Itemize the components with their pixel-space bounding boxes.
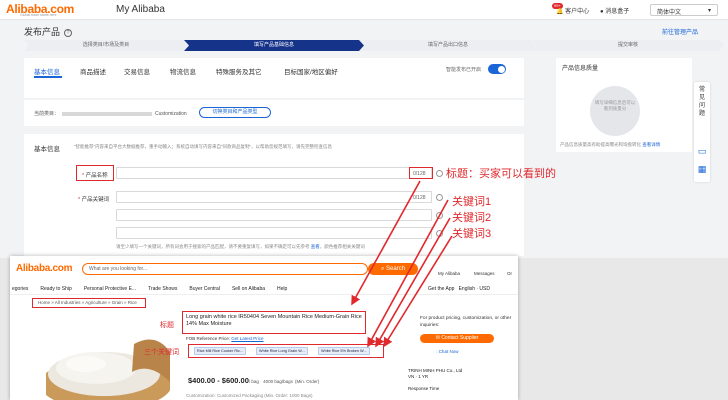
quality-note: 产品信息质量高有助提高曝光和询盘转化 查看详情	[560, 142, 661, 147]
smart-fill-label: 智能发布已开启	[446, 67, 482, 73]
chevron-down-icon: ▾	[707, 8, 711, 14]
tab-description[interactable]: 商品描述	[80, 66, 106, 76]
annotation-box-product-title	[182, 311, 366, 334]
quality-score-placeholder: 填写详细信息后可以看到质量分	[594, 100, 636, 111]
annotation-box-product-name-label	[76, 165, 114, 181]
preview-search-button: ⌕ Search	[368, 263, 418, 275]
active-tab-indicator	[34, 76, 62, 78]
customer-center-link[interactable]: 🔔 客户中心	[556, 6, 589, 15]
annotation-title-note: 标题：买家可以看到的	[446, 168, 556, 180]
preview-nav-right: Get the App English · USD	[428, 286, 490, 292]
switch-category-button[interactable]: 切换类目和产品类型	[199, 107, 271, 118]
preview-search-input: What are you looking for...	[82, 263, 368, 275]
keyword-1-counter: 0/128	[413, 195, 426, 201]
preview-latest-price-link: Get Latest Price	[231, 336, 264, 341]
preview-fob-price: FOB Reference Price: Get Latest Price	[186, 336, 264, 341]
message-box-link[interactable]: ● 消息盒子	[600, 6, 629, 15]
product-name-input[interactable]	[116, 167, 432, 179]
preview-my-alibaba: My Alibaba	[438, 271, 461, 276]
manage-products-link[interactable]: 前往管理产品	[662, 27, 698, 36]
step-progress-bar: 选择类目/市场及类目 填写产品基础信息 填写产品出口信息 提交审核	[24, 40, 724, 51]
help-icon[interactable]: ?	[64, 28, 73, 37]
basic-info-title: 基本信息	[34, 146, 60, 153]
annotation-title-side: 标题	[160, 322, 174, 329]
annotation-three-keywords: 三个关键词	[144, 349, 179, 356]
preview-nav-trade-shows: Trade Shows	[148, 286, 178, 292]
preview-price: $400.00 - $600.00/ bag 4000 bag/bags (Mi…	[188, 376, 320, 385]
keyword-2-suggest-icon[interactable]	[436, 212, 443, 219]
mail-icon: ✉	[435, 335, 440, 341]
step-2-active[interactable]: 填写产品基础信息	[184, 40, 364, 51]
smart-suggest-icon[interactable]	[436, 170, 443, 177]
preview-nav-categories: egories	[12, 286, 29, 292]
preview-messages: Messages	[474, 271, 495, 276]
keyword-3-suggest-icon[interactable]	[436, 230, 443, 237]
feedback-icon[interactable]: ▭	[697, 146, 707, 156]
tab-special-services[interactable]: 特殊服务及其它	[216, 66, 262, 76]
keyword-input-3[interactable]	[116, 227, 432, 239]
preview-inquiry-text: For product pricing, customization, or o…	[420, 316, 512, 328]
tab-basic-info[interactable]: 基本信息	[34, 66, 60, 76]
preview-nav: egories Ready to Ship Personal Protective …	[12, 286, 299, 292]
annotation-keyword-3: 关键词3	[452, 228, 492, 240]
step-1[interactable]: 选择类目/市场及类目	[24, 40, 188, 51]
annotation-box-name-counter	[409, 167, 433, 179]
quality-detail-link[interactable]: 查看详情	[642, 142, 660, 147]
basic-info-hint: “智能推荐”内容来自平台大数据推荐，重手动输入；系统自动填写内容来自“同款商品复…	[74, 144, 332, 149]
preview-chat-now: ◌Chat Now	[436, 349, 459, 354]
logo-tagline: Global trade starts here	[20, 13, 57, 17]
annotation-keyword-2: 关键词2	[452, 212, 492, 224]
annotation-box-keywords	[188, 344, 384, 358]
step-4[interactable]: 提交审核	[532, 40, 724, 51]
view-link[interactable]: 查看	[311, 244, 320, 249]
keyword-hint: 请至少填写一个关键词，所有词会用于搜索的产品匹配，请不要重复填写，如果不确定可以…	[116, 244, 365, 249]
preview-nav-sell: Sell on Alibaba	[231, 286, 266, 292]
language-select[interactable]: 简体中文 ▾	[650, 4, 718, 16]
preview-nav-ready-to-ship: Ready to Ship	[40, 286, 72, 292]
preview-nav-ppe: Personal Protective E...	[83, 286, 137, 292]
page-title: 发布产品?	[24, 25, 73, 38]
app-title[interactable]: My Alibaba	[116, 4, 165, 15]
product-keyword-label: * 产品关键词	[78, 197, 110, 203]
annotation-keyword-1: 关键词1	[452, 196, 492, 208]
smart-fill-toggle[interactable]	[488, 64, 506, 74]
tab-trade-info[interactable]: 交易信息	[124, 66, 150, 76]
blurred-category-path	[62, 111, 153, 116]
bell-icon: 🔔	[556, 9, 564, 15]
preview-alibaba-logo: Alibaba.com	[16, 263, 73, 274]
annotation-box-breadcrumb	[32, 298, 146, 308]
keyword-input-1[interactable]	[116, 191, 432, 203]
preview-orders: Or	[507, 271, 512, 276]
preview-contact-supplier-button: ✉ Contact Supplier	[420, 334, 494, 343]
user-icon: ●	[600, 9, 604, 15]
preview-divider	[10, 294, 518, 295]
preview-nav-buyer-central: Buyer Central	[189, 286, 220, 292]
quality-title: 产品信息质量	[562, 66, 599, 72]
tab-target-regions[interactable]: 目标国家/地区偏好	[284, 66, 338, 76]
current-category: 当前类目： Customization	[34, 111, 187, 117]
rice-product-image	[46, 339, 170, 400]
search-icon: ⌕	[380, 266, 385, 272]
form-tabs-card	[24, 58, 524, 98]
keyword-input-2[interactable]	[116, 209, 432, 221]
faq-button[interactable]: 常见问题	[697, 86, 707, 118]
step-3[interactable]: 填写产品出口信息	[360, 40, 536, 51]
preview-nav-help: Help	[277, 286, 288, 292]
grid-icon[interactable]: ▦	[697, 164, 707, 174]
preview-customization-line: Customization: Customized Packaging (Min…	[186, 393, 313, 398]
tab-logistics[interactable]: 物流信息	[170, 66, 196, 76]
keyword-1-suggest-icon[interactable]	[436, 194, 443, 201]
preview-supplier: TRINH MINH PHU Co., Ltd VN · 1 YR Response…	[408, 368, 463, 391]
